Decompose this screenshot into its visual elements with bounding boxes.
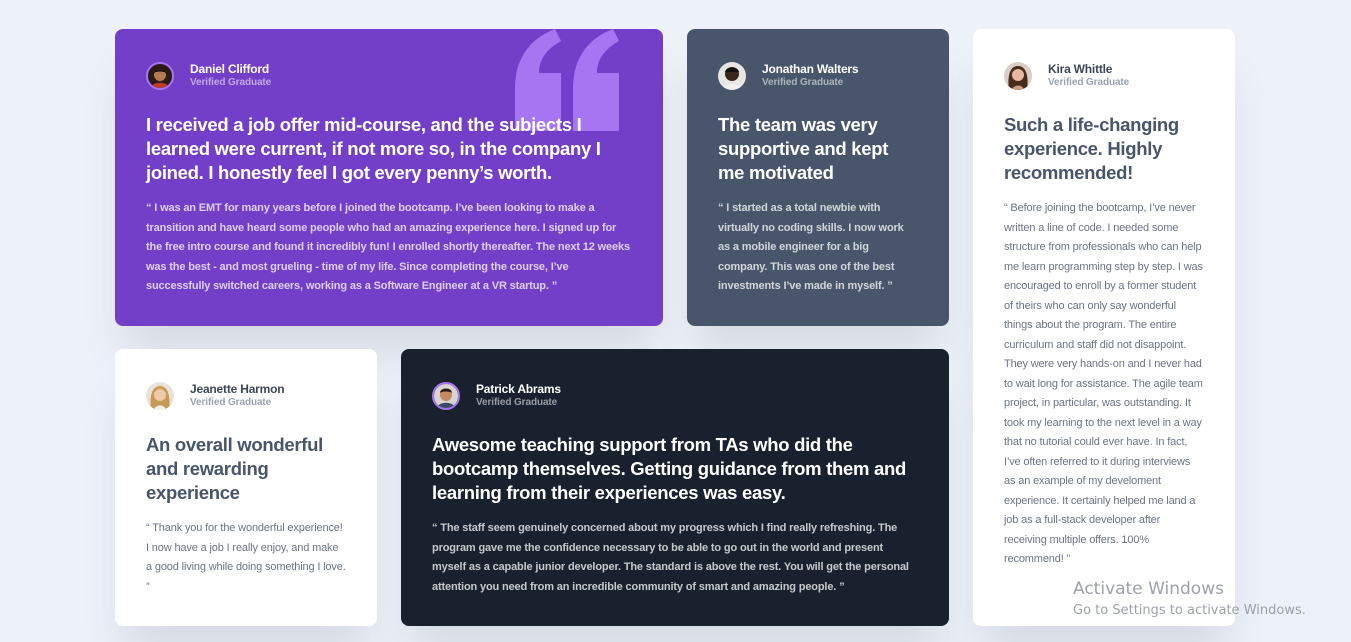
testimonial-quote: “ I started as a total newbie with virtu… — [718, 202, 904, 292]
avatar — [432, 382, 460, 410]
author-status: Verified Graduate — [190, 77, 272, 88]
testimonial-headline: Such a life-changing experience. Highly … — [1004, 114, 1179, 183]
author-name: Patrick Abrams — [476, 382, 561, 396]
author-status: Verified Graduate — [476, 397, 558, 408]
testimonial-quote: “ Before joining the bootcamp, I’ve neve… — [1004, 202, 1203, 565]
avatar — [1004, 62, 1032, 90]
testimonial-quote: “ Thank you for the wonderful experience… — [146, 522, 346, 593]
testimonial-card-kira: Kira Whittle Verified Graduate Such a li… — [973, 29, 1235, 626]
testimonial-headline: The team was very supportive and kept me… — [718, 114, 889, 183]
testimonial-card-jeanette: Jeanette Harmon Verified Graduate An ove… — [115, 349, 377, 626]
watermark-subtitle: Go to Settings to activate Windows. — [1073, 603, 1306, 618]
avatar — [146, 382, 174, 410]
testimonial-header: Jonathan Walters Verified Graduate — [718, 61, 918, 91]
testimonial-card-daniel: Daniel Clifford Verified Graduate I rece… — [115, 29, 663, 326]
author-name: Daniel Clifford — [190, 62, 270, 76]
author-status: Verified Graduate — [1048, 77, 1130, 88]
testimonial-header: Jeanette Harmon Verified Graduate — [146, 381, 346, 411]
author-status: Verified Graduate — [190, 397, 272, 408]
testimonial-headline: Awesome teaching support from TAs who di… — [432, 434, 907, 503]
testimonial-quote: “ The staff seem genuinely concerned abo… — [432, 522, 909, 593]
testimonial-headline: An overall wonderful and rewarding exper… — [146, 434, 323, 503]
avatar — [718, 62, 746, 90]
testimonial-headline: I received a job offer mid-course, and t… — [146, 114, 601, 183]
testimonial-card-patrick: Patrick Abrams Verified Graduate Awesome… — [401, 349, 949, 626]
author-name: Kira Whittle — [1048, 62, 1113, 76]
testimonial-header: Daniel Clifford Verified Graduate — [146, 61, 632, 91]
watermark-title: Activate Windows — [1073, 579, 1224, 599]
avatar — [146, 62, 174, 90]
testimonial-card-jonathan: Jonathan Walters Verified Graduate The t… — [687, 29, 949, 326]
testimonial-quote: “ I was an EMT for many years before I j… — [146, 202, 630, 292]
author-name: Jonathan Walters — [762, 62, 859, 76]
testimonial-header: Patrick Abrams Verified Graduate — [432, 381, 918, 411]
author-status: Verified Graduate — [762, 77, 844, 88]
testimonial-header: Kira Whittle Verified Graduate — [1004, 61, 1204, 91]
author-name: Jeanette Harmon — [190, 382, 285, 396]
activation-watermark: Activate Windows Go to Settings to activ… — [1073, 578, 1306, 622]
